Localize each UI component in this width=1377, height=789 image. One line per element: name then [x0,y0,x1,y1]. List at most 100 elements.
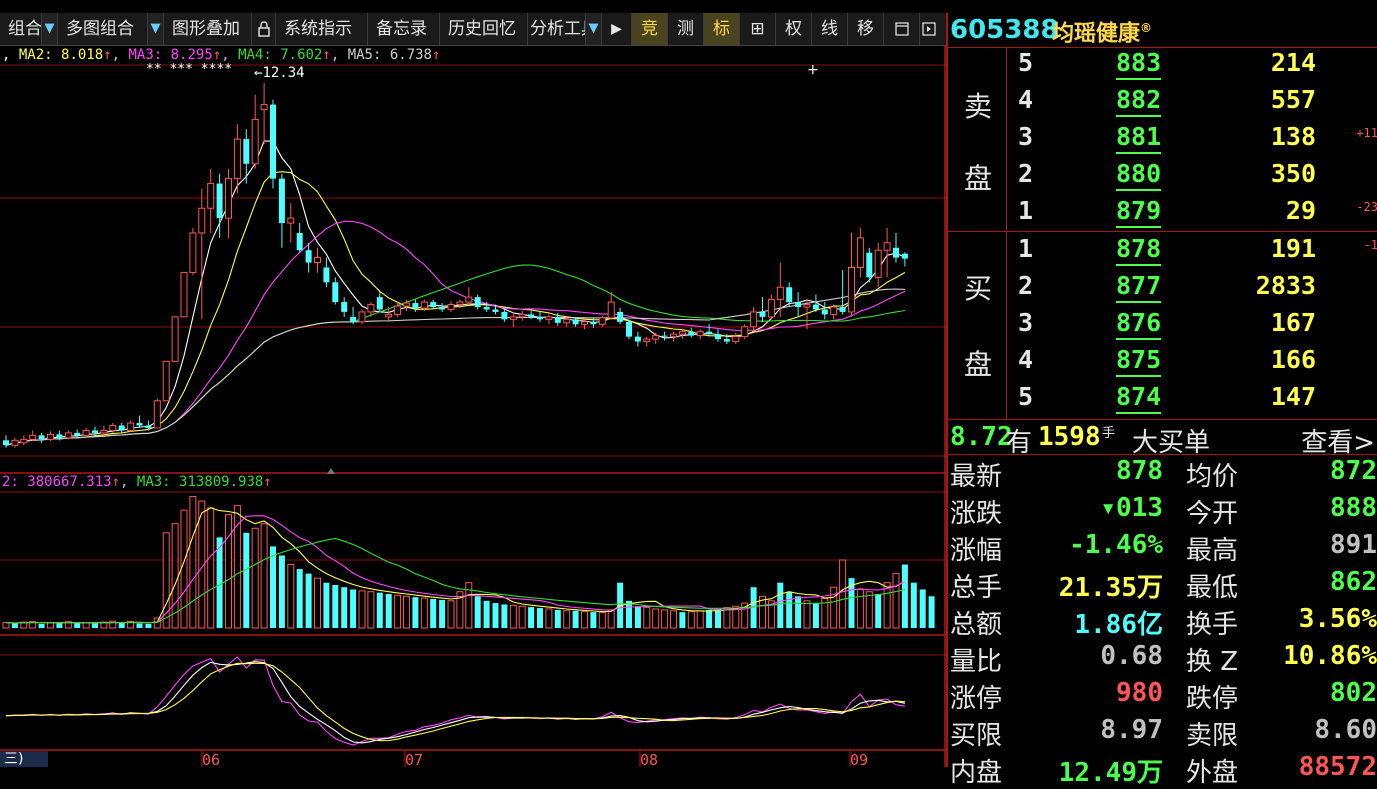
buy-row[interactable]: 4 875 166 [1018,345,1377,382]
next-icon[interactable] [920,13,938,45]
candle-body-down [812,304,819,310]
window-top-strip [0,0,1377,13]
candle-body-down [501,311,508,320]
split-handle-icon [327,468,335,474]
sell-row[interactable]: 3 881 138 +11 [1018,122,1377,159]
sell-row[interactable]: 4 882 557 [1018,85,1377,122]
toolbar-item-system-indicator[interactable]: 系统指示 [276,13,368,45]
x-axis-month-06: 06 [202,751,221,769]
candle-body-down [661,335,668,337]
sell-row[interactable]: 1 879 29 -23 [1018,196,1377,233]
toolbar: 组合 ▼ 多图组合 ▼ 图形叠加 系统指示 备忘录 历史回忆 分析工具 ▼ ▶ … [0,13,946,46]
toolbar-item-multichart[interactable]: 多图组合 [58,13,148,45]
stat-value: 21.35万 [1058,573,1163,603]
stat-row: 买限 8.97 卖限 8.60 [948,715,1377,751]
candle-body-down [145,425,152,428]
x-axis-month-09: 09 [850,751,869,769]
buy-row[interactable]: 1 878 191 -1 [1018,234,1377,271]
combo-dropdown-icon[interactable]: ▼ [42,13,58,45]
volume-bar-down [901,564,908,628]
big-buy-order-row[interactable]: 8.72 有 1598 手 大买单 查看> [948,420,1377,458]
tool-move-button[interactable]: 移 [848,13,884,45]
volume-bar-up [314,577,321,629]
volume-bar-down [483,600,490,628]
toolbar-item-history[interactable]: 历史回忆 [440,13,528,45]
volume-bar-up [420,597,428,629]
candle-body-up [607,301,615,319]
candle-body-up [767,299,775,318]
stat-label: 换手 [1186,610,1239,640]
candle-body-up [127,422,135,431]
buy-row[interactable]: 2 877 2833 [1018,271,1377,308]
toolbar-item-memo[interactable]: 备忘录 [368,13,440,45]
volume-bar-down [56,623,63,628]
volume-bar-down [528,607,535,628]
play-icon[interactable]: ▶ [602,13,632,45]
candle-body-down [430,302,437,307]
multichart-dropdown-icon[interactable]: ▼ [148,13,164,45]
volume-bar-up [545,608,553,629]
volume-bar-down [439,599,446,628]
ma2-legend: MA2: 8.018 [18,47,104,63]
buy-row[interactable]: 5 874 147 [1018,382,1377,419]
candle-body-down [617,311,624,322]
candle-body-up [581,321,588,325]
sell-row[interactable]: 2 880 350 [1018,159,1377,196]
candle-body-down [706,331,713,335]
volume-bar-down [501,604,508,628]
volume-bar-up [865,591,873,629]
candle-body-down [323,267,330,283]
buy-volume: 2833 [1255,271,1316,300]
candle-body-up [11,439,19,446]
candle-body-down [688,331,695,336]
toolbar-item-overlay[interactable]: 图形叠加 [164,13,252,45]
buy-price: 878 [1116,234,1162,266]
candle-body-down [839,307,846,312]
kline-chart[interactable]: + , MA2: 8.018↑, MA3: 8.295↑, MA4: 7.602… [0,45,946,769]
tool-compete-button[interactable]: 竞 [632,13,668,45]
sell-volume: 350 [1270,159,1316,188]
osc-d-line [5,661,906,744]
volume-bar-down [928,596,935,628]
lock-icon[interactable] [252,13,276,45]
candle-body-down [554,316,561,323]
candle-body-down [332,282,339,303]
stat-row: 最新 878 均价 872 [948,456,1377,492]
stat-label: 均价 [1186,462,1239,492]
tool-rights-button[interactable]: 权 [776,13,812,45]
volume-bar-down [332,584,339,628]
chart-period-tab[interactable]: 三) [0,751,48,767]
volume-bar-down [11,623,18,628]
sell-price: 881 [1116,122,1162,154]
sell-row[interactable]: 5 883 214 [1018,48,1377,85]
candle-body-down [492,309,499,312]
candle-body-up [456,301,464,306]
candle-body-down [572,319,579,325]
candle-body-down [412,303,419,308]
candle-body-up [189,232,197,273]
candle-body-up [385,313,393,318]
toolbar-item-analysis-tools[interactable]: 分析工具 [528,13,586,45]
analysis-dropdown-icon[interactable]: ▼ [586,13,602,45]
candle-body-up [545,316,553,320]
toolbar-item-combo[interactable]: 组合 [0,13,42,45]
volume-bar-up [518,605,526,629]
tool-measure-button[interactable]: 测 [668,13,704,45]
ma1-legend: , [2,47,11,63]
buy-label-2: 盘 [963,348,992,381]
volume-bar-down [136,623,143,628]
candle-body-down [350,316,357,322]
candle-body-down [243,139,250,164]
window-icon[interactable] [884,13,920,45]
buy-row[interactable]: 3 876 167 [1018,308,1377,345]
tool-line-button[interactable]: 线 [812,13,848,45]
candle-body-up [678,331,686,335]
volume-bar-up [607,609,615,629]
candle-body-up [776,286,784,301]
grid-icon[interactable]: ⊞ [740,13,776,45]
buy-volume: 166 [1270,345,1316,374]
volume-bar-up [563,610,571,629]
stat-label: 卖限 [1186,721,1239,751]
tool-mark-button[interactable]: 标 [704,13,740,45]
osc-j-line [5,662,905,742]
